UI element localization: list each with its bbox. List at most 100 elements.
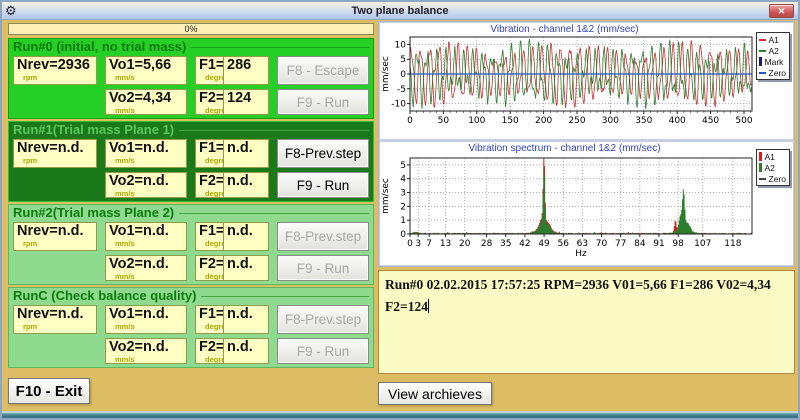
- unit-label: degree: [205, 272, 223, 281]
- f1-label-cell: F1=degree: [195, 56, 223, 85]
- two-plane-balance-window: ⚙ Two plane balance ✕ 0% Run#0 (initial,…: [0, 0, 800, 420]
- legend-item-a1: A1: [758, 34, 786, 45]
- log-text: Run#0 02.02.2015 17:57:25 RPM=2936 V01=5…: [385, 277, 771, 314]
- section-title: Run#2(Trial mass Plane 2): [13, 206, 369, 220]
- legend-label: A2: [768, 45, 779, 56]
- vo1-field: Vo1=n.d. mm/s: [105, 139, 187, 168]
- legend-label: Mark: [764, 56, 784, 67]
- svg-text:0: 0: [407, 239, 413, 249]
- unit-label: mm/s: [115, 355, 135, 364]
- vo1-field: Vo1=n.d. mm/s: [105, 222, 187, 251]
- svg-text:20: 20: [459, 239, 471, 249]
- f1-label-cell: F1=degree: [195, 305, 223, 334]
- f2-value-cell: n.d.: [223, 338, 269, 364]
- f8-button: F8-Prev.step: [277, 305, 369, 334]
- section-grid: Nrev=2936rpm Vo1=5,66mm/s F1=degree286 F8 -…: [13, 56, 369, 115]
- legend-swatch-icon: [758, 57, 762, 66]
- charts-area: Vibration - channel 1&2 (mm/sec) 0 50 100 1…: [378, 21, 795, 267]
- svg-text:400: 400: [669, 116, 686, 126]
- svg-text:118: 118: [724, 239, 741, 249]
- f9-button: F9 - Run: [277, 338, 369, 364]
- svg-text:5: 5: [400, 161, 406, 171]
- svg-text:3: 3: [415, 239, 421, 249]
- f8-button: F8-Prev.step: [277, 222, 369, 251]
- progress-bar: 0%: [8, 23, 374, 35]
- legend-item-a2: A2: [758, 162, 786, 173]
- section-grid: Nrev=n.d.rpm Vo1=n.d.mm/s F1=degreen.d. F8-…: [13, 305, 369, 364]
- legend-item-zero: Zero: [758, 173, 786, 184]
- svg-text:4: 4: [400, 175, 406, 185]
- time-waveform-plot: 0 50 100 150 200 250 300 350 400 450 5001050-5-10m…: [381, 36, 753, 126]
- unit-label: rpm: [23, 156, 38, 165]
- svg-text:107: 107: [694, 239, 711, 249]
- unit-label: mm/s: [115, 189, 135, 198]
- legend-swatch-icon: [758, 49, 766, 52]
- f2-field: F2=degreen.d.: [195, 172, 269, 198]
- run-section-2: Run#2(Trial mass Plane 2) Nrev=n.d. rpm Vo1…: [8, 204, 374, 285]
- f2-label-cell: F2=degree: [195, 89, 223, 115]
- legend-swatch-icon: [758, 177, 766, 180]
- nrev-field: Nrev=n.d. rpm: [13, 222, 97, 251]
- unit-label: rpm: [23, 322, 38, 331]
- legend-swatch-icon: [758, 71, 766, 74]
- run-section-1: Run#1(Trial mass Plane 1) Nrev=n.d. rpm Vo1…: [8, 121, 374, 202]
- nrev-field: Nrev=2936 rpm: [13, 56, 97, 85]
- unit-label: rpm: [23, 239, 38, 248]
- f1-label-cell: F1=degree: [195, 139, 223, 168]
- section-title: Run#0 (initial, no trial mass): [13, 40, 369, 54]
- legend-swatch-icon: [758, 38, 766, 41]
- vo1-field: Vo1=n.d. mm/s: [105, 305, 187, 334]
- svg-text:7: 7: [426, 239, 432, 249]
- vo2-field: Vo2=n.d. mm/s: [105, 255, 187, 281]
- unit-label: degree: [205, 189, 223, 198]
- f1-value-cell: 286: [223, 56, 269, 85]
- section-title: Run#1(Trial mass Plane 1): [13, 123, 369, 137]
- vibration-spectrum-chart: Vibration spectrum - channel 1&2 (mm/sec…: [380, 142, 793, 265]
- balance-panel: 0% Run#0 (initial, no trial mass) Nrev=29…: [2, 20, 376, 413]
- svg-text:-10: -10: [391, 100, 406, 110]
- spectrum-plot: 0 3 7 13 20 28 35 42 49 56 63 70 77 84 91 98 107 11801234…: [381, 157, 753, 259]
- f8-button[interactable]: F8-Prev.step: [277, 139, 369, 168]
- f2-label-cell: F2=degree: [195, 338, 223, 364]
- unit-label: mm/s: [115, 106, 135, 115]
- text-cursor: [427, 299, 429, 313]
- close-button[interactable]: ✕: [769, 4, 794, 18]
- legend-label: A2: [764, 162, 775, 173]
- window-bottom-border: [2, 411, 798, 418]
- svg-text:84: 84: [634, 239, 646, 249]
- measurement-log[interactable]: Run#0 02.02.2015 17:57:25 RPM=2936 V01=5…: [378, 270, 795, 374]
- title-bar: ⚙ Two plane balance ✕: [2, 2, 798, 20]
- f2-value-cell: n.d.: [223, 255, 269, 281]
- bottom-button-row: View archieves: [378, 382, 795, 405]
- vibration-time-chart: Vibration - channel 1&2 (mm/sec) 0 50 100 1…: [380, 23, 793, 139]
- svg-text:mm/sec: mm/sec: [381, 178, 391, 214]
- unit-label: degree: [205, 355, 223, 364]
- f2-label-cell: F2=degree: [195, 255, 223, 281]
- unit-label: mm/s: [115, 156, 135, 165]
- run-section-3: RunC (Check balance quality) Nrev=n.d. rpm…: [8, 287, 374, 368]
- svg-text:100: 100: [468, 116, 485, 126]
- empty-cell: [13, 172, 97, 198]
- svg-text:0: 0: [407, 116, 413, 126]
- legend-item-mark: Mark: [758, 56, 786, 67]
- svg-text:-5: -5: [397, 85, 406, 95]
- svg-text:98: 98: [672, 239, 684, 249]
- client-area: 0% Run#0 (initial, no trial mass) Nrev=29…: [2, 20, 798, 413]
- view-archives-button[interactable]: View archieves: [378, 382, 492, 405]
- svg-text:63: 63: [577, 239, 588, 249]
- unit-label: degree: [205, 73, 223, 82]
- f1-field: F1=degreen.d.: [195, 222, 269, 251]
- svg-text:200: 200: [535, 116, 552, 126]
- section-grid: Nrev=n.d.rpm Vo1=n.d.mm/s F1=degreen.d. F8-…: [13, 139, 369, 198]
- f2-field: F2=degree124: [195, 89, 269, 115]
- nrev-field: Nrev=n.d. rpm: [13, 305, 97, 334]
- f9-button[interactable]: F9 - Run: [277, 172, 369, 198]
- unit-label: degree: [205, 156, 223, 165]
- svg-text:10: 10: [395, 40, 407, 50]
- exit-button[interactable]: F10 - Exit: [8, 378, 90, 404]
- f1-value-cell: n.d.: [223, 222, 269, 251]
- legend-swatch-icon: [758, 163, 762, 172]
- svg-text:50: 50: [438, 116, 450, 126]
- empty-cell: [13, 255, 97, 281]
- svg-text:300: 300: [602, 116, 619, 126]
